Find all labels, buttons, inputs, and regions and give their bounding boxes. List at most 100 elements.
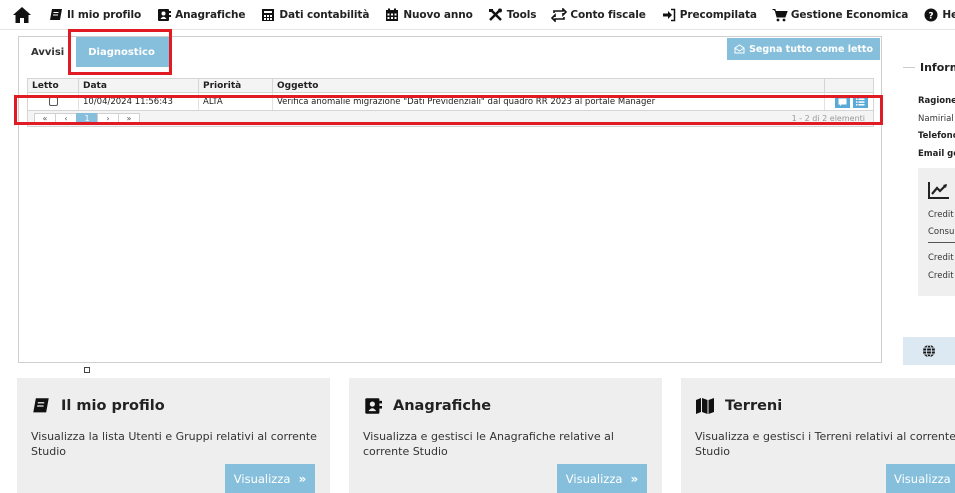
tools-icon (488, 7, 504, 23)
visualizza-button[interactable]: Visualizza » (557, 464, 647, 493)
book-icon (31, 396, 51, 416)
credit-box: Credit Consu Credit Credit (918, 168, 955, 296)
card-anagrafiche: Anagrafiche Visualizza e gestisci le Ana… (349, 378, 662, 493)
mark-all-read-label: Segna tutto come letto (749, 43, 873, 55)
pager-next-button[interactable]: › (97, 112, 119, 125)
envelope-open-icon (734, 44, 745, 54)
book-icon (48, 7, 64, 23)
table-row[interactable]: 10/04/2024 11:56:43 ALTA Verifica anomal… (27, 93, 874, 111)
nav-label: Tools (506, 8, 537, 21)
nav-label: Precompilata (679, 8, 757, 21)
message-icon (838, 98, 847, 106)
credit-line-1: Credit (928, 210, 954, 220)
card-title-text: Terreni (725, 398, 783, 414)
globe-icon (923, 344, 935, 358)
top-navbar: Il mio profilo Anagrafiche Dati contabil… (0, 0, 955, 30)
credit-line-3: Credit (928, 253, 954, 263)
col-actions (825, 79, 873, 92)
cell-letto (28, 93, 79, 110)
visualizza-label: Visualizza (565, 471, 623, 486)
nav-label: Il mio profilo (67, 8, 142, 21)
card-title-text: Il mio profilo (61, 398, 165, 414)
grid-header: Letto Data Priorità Oggetto (27, 78, 874, 93)
card-terreni: Terreni Visualizza e gestisci i Terreni … (681, 378, 955, 493)
credit-separator (928, 242, 955, 243)
visualizza-button[interactable]: Visualizza » (225, 464, 315, 493)
nav-tools[interactable]: Tools (488, 7, 537, 23)
address-book-icon (363, 396, 383, 416)
card-description: Visualizza e gestisci i Terreni relativi… (695, 430, 955, 458)
nav-label: Anagrafiche (175, 8, 246, 21)
info-label-email: Email ge (918, 149, 955, 159)
card-title: Il mio profilo (31, 396, 165, 416)
nav-label: Dati contabilità (279, 8, 370, 21)
credit-line-4: Credit (928, 271, 954, 281)
nav-precompilata[interactable]: Precompilata (661, 7, 757, 23)
col-letto[interactable]: Letto (28, 79, 79, 92)
credit-line-2: Consu (928, 227, 955, 237)
visualizza-button[interactable]: Visualizza (886, 464, 955, 493)
col-oggetto[interactable]: Oggetto (273, 79, 825, 92)
col-data[interactable]: Data (79, 79, 199, 92)
mark-all-read-button[interactable]: Segna tutto come letto (727, 38, 880, 60)
question-icon: ? (923, 7, 939, 23)
pager-last-button[interactable]: » (118, 112, 140, 125)
info-value-namirial: Namirial (918, 114, 954, 124)
visualizza-label: Visualizza (233, 471, 291, 486)
pager-page-1[interactable]: 1 (76, 112, 98, 125)
nav-nuovo-anno[interactable]: Nuovo anno (384, 7, 473, 23)
info-legend-line (903, 67, 915, 68)
svg-text:?: ? (929, 11, 934, 21)
card-title-text: Anagrafiche (393, 398, 492, 414)
tab-avvisi[interactable]: Avvisi (19, 37, 77, 67)
nav-label: Conto fiscale (570, 8, 646, 21)
map-icon (695, 396, 715, 416)
sign-in-icon (661, 7, 677, 23)
card-description: Visualizza e gestisci le Anagrafiche rel… (363, 430, 614, 458)
chart-line-icon (928, 181, 950, 203)
tab-bar: Avvisi Diagnostico (19, 37, 173, 67)
card-description: Visualizza la lista Utenti e Gruppi rela… (31, 430, 317, 458)
cell-data: 10/04/2024 11:56:43 (79, 93, 199, 110)
card-title: Anagrafiche (363, 396, 491, 416)
col-priorita[interactable]: Priorità (199, 79, 273, 92)
list-icon (856, 98, 865, 105)
pager-first-button[interactable]: « (34, 112, 56, 125)
nav-conto-fiscale[interactable]: Conto fiscale (551, 7, 646, 23)
nav-label: Gestione Economica (790, 8, 909, 21)
small-checkbox-marker (84, 367, 90, 373)
calculator-icon (260, 7, 276, 23)
cell-oggetto: Verifica anomalie migrazione "Dati Previ… (273, 93, 825, 110)
cell-priorita: ALTA (199, 93, 273, 110)
tab-diagnostico[interactable]: Diagnostico (76, 37, 173, 67)
exchange-icon (551, 7, 568, 23)
nav-help[interactable]: ? Help (923, 7, 955, 23)
open-message-button[interactable] (835, 95, 850, 108)
read-checkbox[interactable] (48, 97, 58, 106)
notifications-grid: Letto Data Priorità Oggetto 10/04/2024 1… (27, 78, 874, 127)
nav-il-mio-profilo[interactable]: Il mio profilo (48, 7, 141, 23)
details-list-button[interactable] (853, 95, 868, 108)
nav-dati-contabilita[interactable]: Dati contabilità (260, 7, 369, 23)
calendar-icon (384, 7, 400, 23)
nav-gestione-economica[interactable]: Gestione Economica (772, 7, 908, 23)
address-book-icon (156, 7, 172, 23)
grid-pager: « ‹ 1 › » 1 - 2 di 2 elementi (27, 111, 874, 127)
globe-bar[interactable] (903, 337, 955, 365)
notifications-panel: Avvisi Diagnostico Segna tutto come lett… (18, 36, 882, 363)
home-icon[interactable] (12, 4, 32, 26)
card-title: Terreni (695, 396, 782, 416)
nav-label: Nuovo anno (403, 8, 473, 21)
visualizza-label: Visualizza (894, 471, 951, 486)
nav-label: Help (942, 8, 955, 21)
info-label-ragione: Ragione (918, 96, 955, 106)
pager-info: 1 - 2 di 2 elementi (791, 114, 865, 123)
info-label-telefono: Telefono (918, 131, 955, 141)
double-chevron-right-icon: » (298, 471, 307, 486)
nav-anagrafiche[interactable]: Anagrafiche (156, 7, 246, 23)
card-il-mio-profilo: Il mio profilo Visualizza la lista Utent… (17, 378, 330, 493)
pager-prev-button[interactable]: ‹ (55, 112, 77, 125)
cart-icon (772, 7, 788, 23)
info-panel-title: Inform (920, 61, 955, 74)
double-chevron-right-icon: » (630, 471, 639, 486)
